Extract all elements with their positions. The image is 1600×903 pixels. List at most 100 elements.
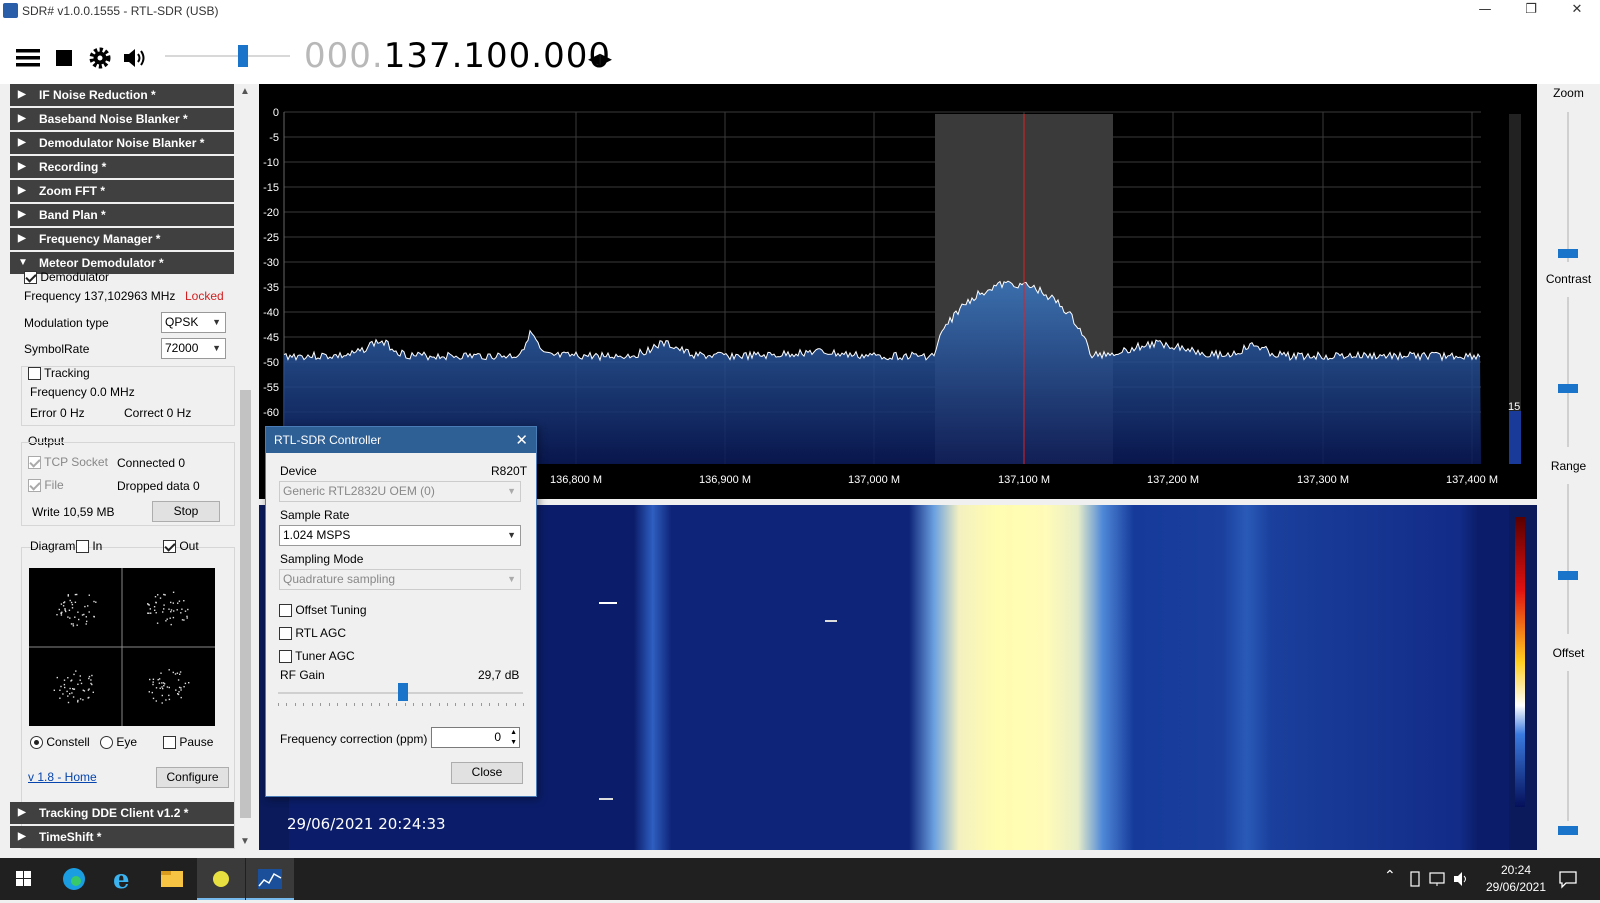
constellation-point <box>71 607 74 609</box>
constellation-point <box>67 594 69 596</box>
plugin-section-header[interactable]: ▶ Baseband Noise Blanker * <box>10 108 234 130</box>
in-checkbox[interactable] <box>76 540 89 554</box>
close-window-button[interactable]: ✕ <box>1554 0 1600 22</box>
stop-button[interactable]: Stop <box>152 501 220 522</box>
slider-tick <box>523 703 524 706</box>
edge-icon[interactable] <box>50 858 98 900</box>
constellation-point <box>92 691 94 693</box>
contrast-slider-track[interactable] <box>1567 297 1569 447</box>
y-tick-label: -55 <box>263 382 279 394</box>
left-panel-scrollbar[interactable]: ▲ ▼ <box>237 84 254 854</box>
plugin-section-header[interactable]: ▶ Band Plan * <box>10 204 234 226</box>
ie-icon[interactable]: e <box>99 858 147 900</box>
dialog-close-button[interactable]: Close <box>451 762 523 784</box>
offset-slider-track[interactable] <box>1567 671 1569 821</box>
range-slider-thumb[interactable] <box>1558 571 1578 580</box>
triangle-right-icon: ▶ <box>18 831 26 842</box>
taskbar-date[interactable]: 29/06/2021 <box>1480 880 1552 894</box>
network-icon[interactable] <box>1428 870 1446 888</box>
restore-button[interactable]: ❐ <box>1508 0 1554 22</box>
demodulator-checkbox[interactable] <box>24 271 37 285</box>
tuner-agc-checkbox[interactable] <box>279 650 292 664</box>
constellation-point <box>78 618 80 621</box>
zoom-slider-thumb[interactable] <box>1558 249 1578 258</box>
frequency-main-digits[interactable]: 137.100.000 <box>384 36 611 76</box>
eye-radio-row[interactable]: Eye <box>100 735 137 750</box>
tracking-checkbox-row[interactable]: Tracking <box>28 366 90 381</box>
minimize-button[interactable]: — <box>1462 0 1508 22</box>
plugin-section-header[interactable]: ▶ Zoom FFT * <box>10 180 234 202</box>
configure-button[interactable]: Configure <box>156 767 229 788</box>
eye-radio[interactable] <box>100 736 113 750</box>
zoom-label: Zoom <box>1553 86 1584 100</box>
tune-arrows-icon[interactable]: ◂▸ <box>588 44 612 72</box>
range-slider-track[interactable] <box>1567 484 1569 634</box>
dialog-title-bar[interactable]: RTL-SDR Controller <box>266 427 536 453</box>
constell-radio[interactable] <box>30 736 43 750</box>
plugin-section-header[interactable]: ▶ Tracking DDE Client v1.2 * <box>10 802 234 824</box>
offset-tuning-row[interactable]: Offset Tuning <box>279 603 367 618</box>
volume-icon[interactable] <box>1452 870 1470 888</box>
plugin-section-header[interactable]: ▶ TimeShift * <box>10 826 234 848</box>
file-status: Dropped data 0 <box>117 479 200 493</box>
pause-checkbox[interactable] <box>163 736 176 750</box>
plugin-section-header[interactable]: ▶ IF Noise Reduction * <box>10 84 234 106</box>
constell-radio-row[interactable]: Constell <box>30 735 90 750</box>
plugin-section-header[interactable]: ▶ Demodulator Noise Blanker * <box>10 132 234 154</box>
speaker-icon[interactable] <box>122 45 148 71</box>
chevron-up-icon[interactable]: ⌃ <box>1384 868 1396 884</box>
stop-icon[interactable] <box>51 45 77 71</box>
constellation-point <box>59 697 61 699</box>
contrast-slider-thumb[interactable] <box>1558 384 1578 393</box>
slider-tick <box>430 703 432 706</box>
demodulator-checkbox-row[interactable]: Demodulator <box>24 270 109 285</box>
constellation-point <box>155 612 157 614</box>
plugin-section-label: Demodulator Noise Blanker * <box>39 136 205 150</box>
volume-slider-thumb[interactable] <box>238 45 248 67</box>
spinner-down-icon[interactable]: ▼ <box>510 738 517 747</box>
file-explorer-icon[interactable] <box>148 858 196 900</box>
symbolrate-select[interactable]: 72000 ▼ <box>161 338 226 359</box>
sample-rate-select[interactable]: 1.024 MSPS ▼ <box>279 525 521 546</box>
scrollbar-thumb[interactable] <box>240 390 251 818</box>
windows-start-icon[interactable] <box>0 858 48 900</box>
constellation-point <box>169 617 171 619</box>
sdrsharp-app-icon[interactable] <box>246 858 294 900</box>
taskbar-time[interactable]: 20:24 <box>1486 863 1546 877</box>
scroll-up-icon[interactable]: ▲ <box>240 86 250 97</box>
spinner-up-icon[interactable]: ▲ <box>510 728 517 737</box>
home-link[interactable]: v 1.8 - Home <box>28 770 97 784</box>
usb-drive-icon[interactable] <box>1408 870 1422 888</box>
tuner-agc-row[interactable]: Tuner AGC <box>279 649 355 664</box>
dialog-close-icon[interactable]: ✕ <box>515 427 528 453</box>
constellation-point <box>71 692 73 694</box>
rtl-agc-row[interactable]: RTL AGC <box>279 626 346 641</box>
y-tick-label: -35 <box>263 282 279 294</box>
out-checkbox-row[interactable]: Out <box>163 539 199 554</box>
slider-tick <box>396 703 398 706</box>
freq-correction-input[interactable]: 0 ▲ ▼ <box>431 727 520 748</box>
modulation-type-select[interactable]: QPSK ▼ <box>161 312 226 333</box>
gear-icon[interactable] <box>87 45 113 71</box>
menu-icon[interactable] <box>15 45 41 71</box>
yellow-ball-app-icon[interactable] <box>197 858 245 900</box>
rtl-agc-checkbox[interactable] <box>279 627 292 641</box>
zoom-slider-track[interactable] <box>1567 112 1569 262</box>
scroll-down-icon[interactable]: ▼ <box>240 836 250 847</box>
offset-slider-thumb[interactable] <box>1558 826 1578 835</box>
volume-slider-track[interactable] <box>165 55 290 57</box>
in-checkbox-row[interactable]: In <box>76 539 102 554</box>
rf-gain-slider-thumb[interactable] <box>397 683 408 701</box>
frequency-dim-digits[interactable]: 000. <box>304 36 384 76</box>
pause-checkbox-row[interactable]: Pause <box>163 735 213 750</box>
out-checkbox[interactable] <box>163 540 176 554</box>
frequency-display[interactable]: 000.137.100.000 <box>304 36 611 76</box>
plugin-section-header[interactable]: ▶ Recording * <box>10 156 234 178</box>
constellation-point <box>161 686 163 688</box>
constellation-point <box>148 691 150 693</box>
plugin-section-header[interactable]: ▶ Frequency Manager * <box>10 228 234 250</box>
notification-icon[interactable] <box>1558 869 1578 889</box>
constellation-point <box>174 673 177 675</box>
offset-tuning-checkbox[interactable] <box>279 604 292 618</box>
tracking-checkbox[interactable] <box>28 367 41 381</box>
